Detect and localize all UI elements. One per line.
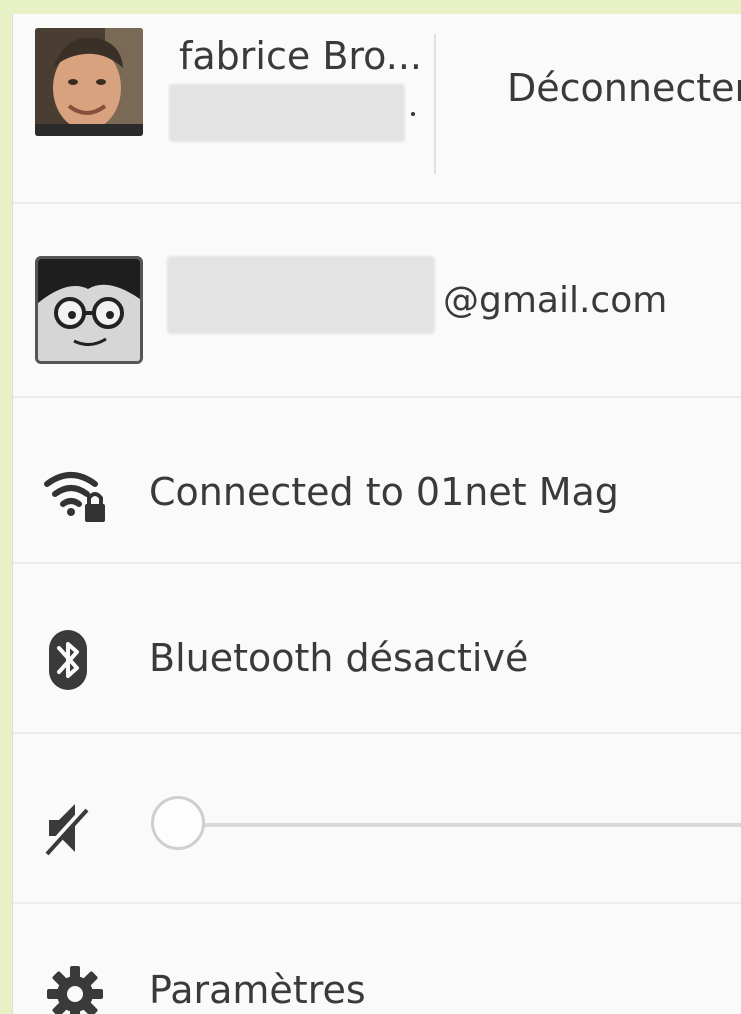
user-display-name: fabrice Bro... — [179, 34, 422, 78]
wifi-lock-icon — [43, 464, 107, 528]
settings-label: Paramètres — [149, 968, 366, 1012]
secondary-account-avatar — [35, 256, 143, 364]
redacted-dot — [411, 112, 415, 116]
network-status-label: Connected to 01net Mag — [149, 470, 619, 514]
logout-button[interactable]: Déconnecter — [507, 66, 741, 110]
volume-muted-icon[interactable] — [43, 796, 107, 860]
volume-slider-thumb[interactable] — [151, 796, 205, 850]
redacted-email — [169, 84, 405, 142]
user-account-row: fabrice Bro... Déconnecter — [13, 14, 741, 204]
vertical-divider — [434, 34, 436, 174]
bluetooth-row[interactable]: Bluetooth désactivé — [13, 564, 741, 734]
bluetooth-status-label: Bluetooth désactivé — [149, 636, 529, 680]
user-avatar — [35, 28, 143, 136]
settings-row[interactable]: Paramètres — [13, 904, 741, 1014]
volume-slider-track[interactable] — [177, 823, 741, 827]
bluetooth-icon — [43, 628, 107, 692]
email-domain: @gmail.com — [443, 280, 668, 321]
secondary-account-row[interactable]: @gmail.com — [13, 204, 741, 398]
volume-row — [13, 734, 741, 904]
gear-icon — [43, 962, 107, 1014]
network-row[interactable]: Connected to 01net Mag — [13, 398, 741, 564]
redacted-email-local-part — [167, 256, 435, 334]
system-tray-menu: fabrice Bro... Déconnecter @gmail.com Co… — [12, 14, 741, 1014]
